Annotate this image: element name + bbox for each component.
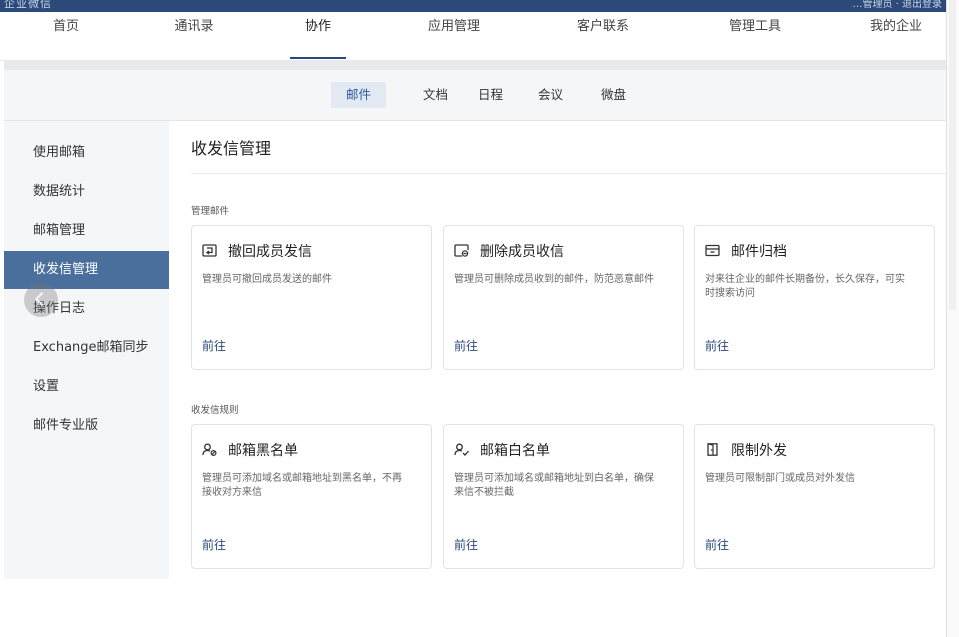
sidebar-item-exchange-sync[interactable]: Exchange邮箱同步 (4, 329, 169, 367)
divider-bar (4, 60, 946, 70)
sidebar-item-mailbox-management[interactable]: 邮箱管理 (4, 212, 169, 250)
card-mail-archive: 邮件归档 对来往企业的邮件长期备份，长久保存，可实时搜索访问 前往 (694, 225, 935, 370)
door-exit-icon (707, 443, 718, 456)
user-menu[interactable]: …管理员 · 退出登录 (852, 0, 942, 10)
card-description: 管理员可撤回成员发送的邮件 (202, 274, 332, 285)
card-recall-member-mail: 撤回成员发信 管理员可撤回成员发送的邮件 前往 (191, 225, 432, 370)
go-link[interactable]: 前往 (202, 536, 226, 553)
card-title: 邮箱白名单 (480, 443, 550, 459)
section-title-mail-rules: 收发信规则 (191, 405, 239, 416)
sidebar-item-settings[interactable]: 设置 (4, 368, 169, 406)
sidebar: 使用邮箱 数据统计 邮箱管理 收发信管理 操作日志 Exchange邮箱同步 设… (4, 121, 169, 579)
main-content: 收发信管理 管理邮件 撤回成员发信 管理员可撤回成员发送的邮件 前往 删除成员收… (170, 121, 946, 579)
card-title: 邮件归档 (731, 244, 787, 260)
card-description: 对来往企业的邮件长期备份，长久保存，可实时搜索访问 (705, 274, 905, 299)
title-divider (191, 173, 946, 174)
collapse-sidebar-button[interactable] (24, 283, 58, 317)
card-description: 管理员可删除成员收到的邮件，防范恶意邮件 (454, 274, 654, 285)
card-title: 撤回成员发信 (228, 244, 312, 260)
tab-mail[interactable]: 邮件 (331, 82, 387, 108)
nav-home[interactable]: 首页 (16, 12, 116, 60)
scrollbar-thumb[interactable] (949, 0, 956, 310)
nav-contacts[interactable]: 通讯录 (144, 12, 244, 60)
go-link[interactable]: 前往 (705, 536, 729, 553)
card-description: 管理员可添加域名或邮箱地址到黑名单，不再接收对方来信 (202, 473, 402, 498)
user-block-icon (202, 443, 217, 456)
user-check-icon (454, 443, 469, 456)
go-link[interactable]: 前往 (202, 337, 226, 354)
nav-admin-tools[interactable]: 管理工具 (705, 12, 805, 60)
card-description: 管理员可添加域名或邮箱地址到白名单，确保来信不被拦截 (454, 473, 654, 498)
main-nav: 首页 通讯录 协作 应用管理 客户联系 管理工具 我的企业 (0, 12, 946, 61)
card-restrict-outgoing: 限制外发 管理员可限制部门或成员对外发信 前往 (694, 424, 935, 569)
page-title: 收发信管理 (191, 139, 272, 158)
card-mail-blacklist: 邮箱黑名单 管理员可添加域名或邮箱地址到黑名单，不再接收对方来信 前往 (191, 424, 432, 569)
nav-collaboration[interactable]: 协作 (268, 12, 368, 60)
go-link[interactable]: 前往 (705, 337, 729, 354)
card-title: 邮箱黑名单 (228, 443, 298, 459)
card-mail-whitelist: 邮箱白名单 管理员可添加域名或邮箱地址到白名单，确保来信不被拦截 前往 (443, 424, 684, 569)
recall-icon (202, 244, 217, 257)
sidebar-item-mail-pro[interactable]: 邮件专业版 (4, 407, 169, 445)
tab-docs[interactable]: 文档 (408, 82, 463, 108)
go-link[interactable]: 前往 (454, 337, 478, 354)
top-header-bar: 企业微信 …管理员 · 退出登录 (0, 0, 946, 12)
card-title: 限制外发 (731, 443, 787, 459)
delete-mail-icon (454, 244, 469, 257)
sidebar-item-send-receive-management[interactable]: 收发信管理 (4, 251, 169, 289)
section-title-manage-mail: 管理邮件 (191, 206, 230, 217)
tab-drive[interactable]: 微盘 (586, 82, 641, 108)
collab-subtabs: 邮件 文档 日程 会议 微盘 (4, 70, 946, 121)
sidebar-item-statistics[interactable]: 数据统计 (4, 173, 169, 211)
card-title: 删除成员收信 (480, 244, 564, 260)
nav-my-company[interactable]: 我的企业 (846, 12, 946, 60)
go-link[interactable]: 前往 (454, 536, 478, 553)
sidebar-item-use-mailbox[interactable]: 使用邮箱 (4, 134, 169, 172)
card-description: 管理员可限制部门或成员对外发信 (705, 473, 855, 484)
tab-calendar[interactable]: 日程 (463, 82, 518, 108)
nav-app-management[interactable]: 应用管理 (404, 12, 504, 60)
nav-customer-contact[interactable]: 客户联系 (553, 12, 653, 60)
company-logo[interactable]: 企业微信 (4, 0, 52, 11)
archive-icon (705, 244, 720, 257)
card-delete-member-mail: 删除成员收信 管理员可删除成员收到的邮件，防范恶意邮件 前往 (443, 225, 684, 370)
tab-meeting[interactable]: 会议 (523, 82, 578, 108)
